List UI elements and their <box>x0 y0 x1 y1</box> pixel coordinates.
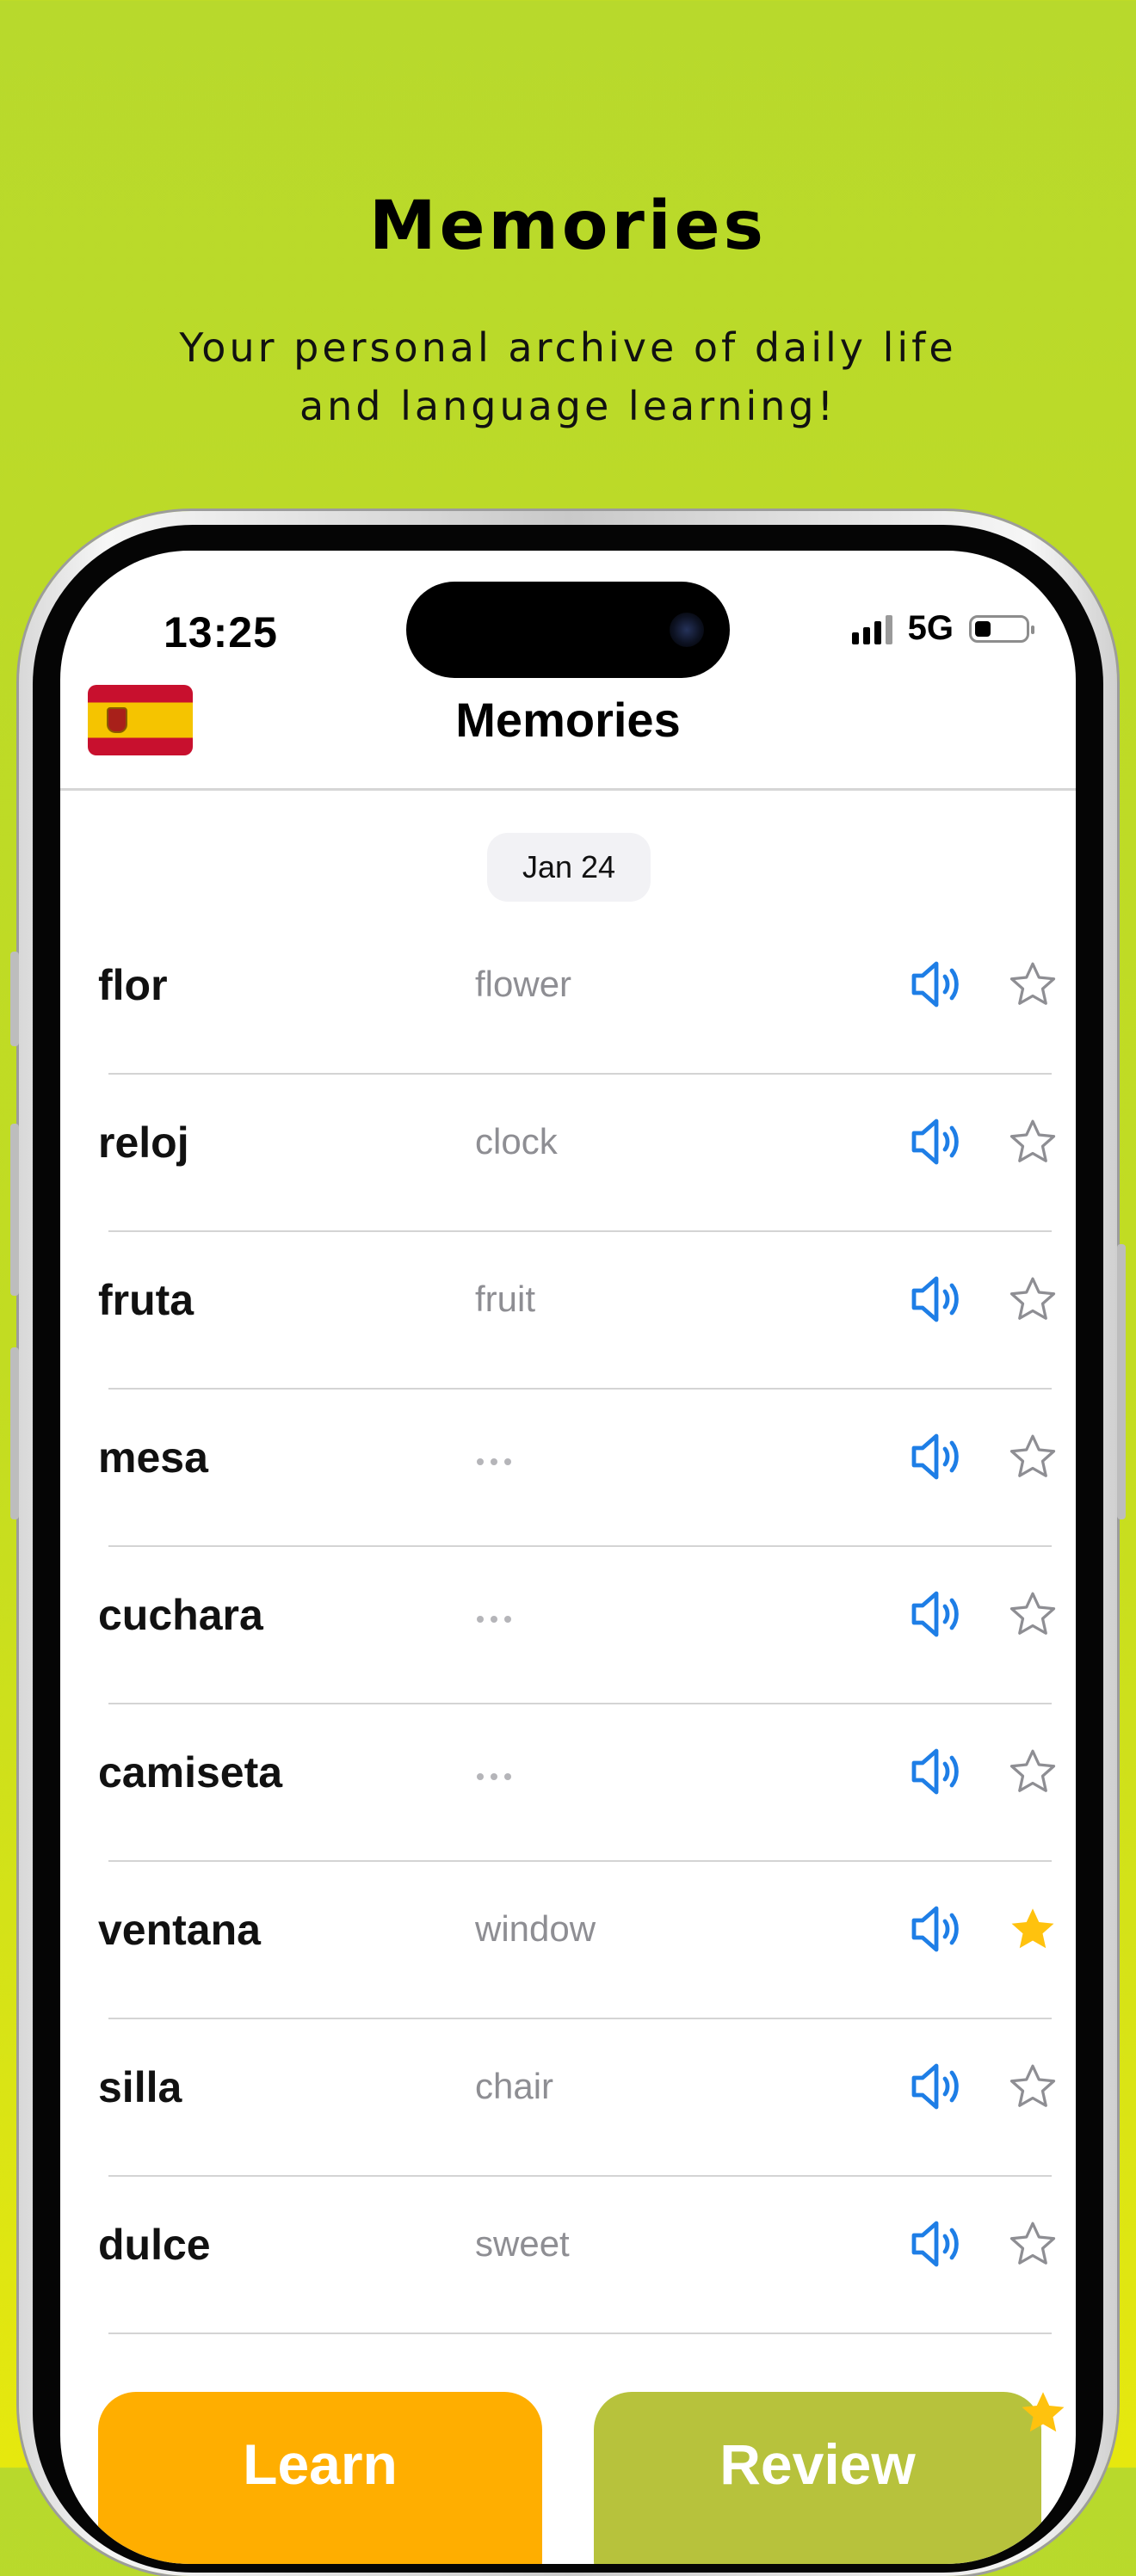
star-outline-icon[interactable] <box>1007 1116 1059 1168</box>
word-text: dulce <box>98 2221 211 2269</box>
power-button <box>1117 1244 1126 1519</box>
word-text: ventana <box>98 1906 261 1954</box>
translation-text: chair <box>475 2066 554 2106</box>
speaker-icon[interactable] <box>909 1588 964 1640</box>
silent-switch <box>10 952 19 1046</box>
word-text: fruta <box>98 1276 194 1324</box>
speaker-icon[interactable] <box>909 1431 964 1482</box>
word-row[interactable]: fruta fruit <box>60 1232 1076 1390</box>
battery-icon <box>969 614 1034 643</box>
speaker-icon[interactable] <box>909 1273 964 1325</box>
speaker-icon[interactable] <box>909 1746 964 1797</box>
front-camera-icon <box>670 613 704 647</box>
page-title: Memories <box>455 693 681 747</box>
date-label: Jan 24 <box>487 833 651 902</box>
volume-up-button <box>10 1124 19 1296</box>
word-text: silla <box>98 2063 182 2111</box>
dynamic-island <box>406 582 730 678</box>
speaker-icon[interactable] <box>909 2061 964 2112</box>
word-row[interactable]: silla chair <box>60 2019 1076 2177</box>
translation-loading-icon <box>477 1616 511 1623</box>
speaker-icon[interactable] <box>909 1903 964 1955</box>
star-outline-icon[interactable] <box>1007 1746 1059 1797</box>
star-outline-icon[interactable] <box>1007 1588 1059 1640</box>
word-row[interactable]: camiseta <box>60 1704 1076 1862</box>
word-text: camiseta <box>98 1748 283 1796</box>
word-list: flor flower reloj clock fruta fruit mesa cuchar… <box>60 917 1076 2334</box>
word-text: mesa <box>98 1433 208 1482</box>
word-row[interactable]: dulce sweet <box>60 2177 1076 2334</box>
star-filled-icon[interactable] <box>1007 1903 1059 1955</box>
star-filled-icon <box>1022 2392 1065 2432</box>
translation-text: clock <box>475 1121 558 1162</box>
translation-text: fruit <box>475 1279 536 1319</box>
speaker-icon[interactable] <box>909 958 964 1010</box>
translation-text: flower <box>475 964 572 1004</box>
star-outline-icon[interactable] <box>1007 1431 1059 1482</box>
translation-loading-icon <box>477 1773 511 1780</box>
star-outline-icon[interactable] <box>1007 2218 1059 2270</box>
network-label: 5G <box>907 609 954 647</box>
promo-subtitle: Your personal archive of daily life and … <box>179 324 957 429</box>
row-divider <box>108 2333 1052 2334</box>
star-outline-icon[interactable] <box>1007 1273 1059 1325</box>
review-button[interactable]: Review <box>594 2392 1041 2564</box>
volume-down-button <box>10 1347 19 1519</box>
translation-text: window <box>475 1908 596 1949</box>
status-time: 13:25 <box>164 608 278 656</box>
word-text: cuchara <box>98 1591 263 1639</box>
signal-strength-icon <box>851 613 892 644</box>
speaker-icon[interactable] <box>909 1116 964 1168</box>
word-row[interactable]: ventana window <box>60 1862 1076 2019</box>
word-row[interactable]: reloj clock <box>60 1075 1076 1232</box>
word-text: flor <box>98 961 168 1009</box>
word-row[interactable]: cuchara <box>60 1547 1076 1704</box>
speaker-icon[interactable] <box>909 2218 964 2270</box>
promo-title: Memories <box>369 188 767 265</box>
learn-button[interactable]: Learn <box>98 2392 542 2564</box>
word-row[interactable]: mesa <box>60 1390 1076 1547</box>
star-outline-icon[interactable] <box>1007 2061 1059 2112</box>
translation-loading-icon <box>477 1458 511 1465</box>
word-text: reloj <box>98 1119 189 1167</box>
header-divider <box>60 788 1076 791</box>
phone-screen: 13:25 5G Memories Jan 24 flor flower reloj… <box>60 551 1076 2564</box>
status-indicators: 5G <box>851 609 1034 648</box>
word-row[interactable]: flor flower <box>60 917 1076 1075</box>
translation-text: sweet <box>475 2223 570 2264</box>
star-outline-icon[interactable] <box>1007 958 1059 1010</box>
